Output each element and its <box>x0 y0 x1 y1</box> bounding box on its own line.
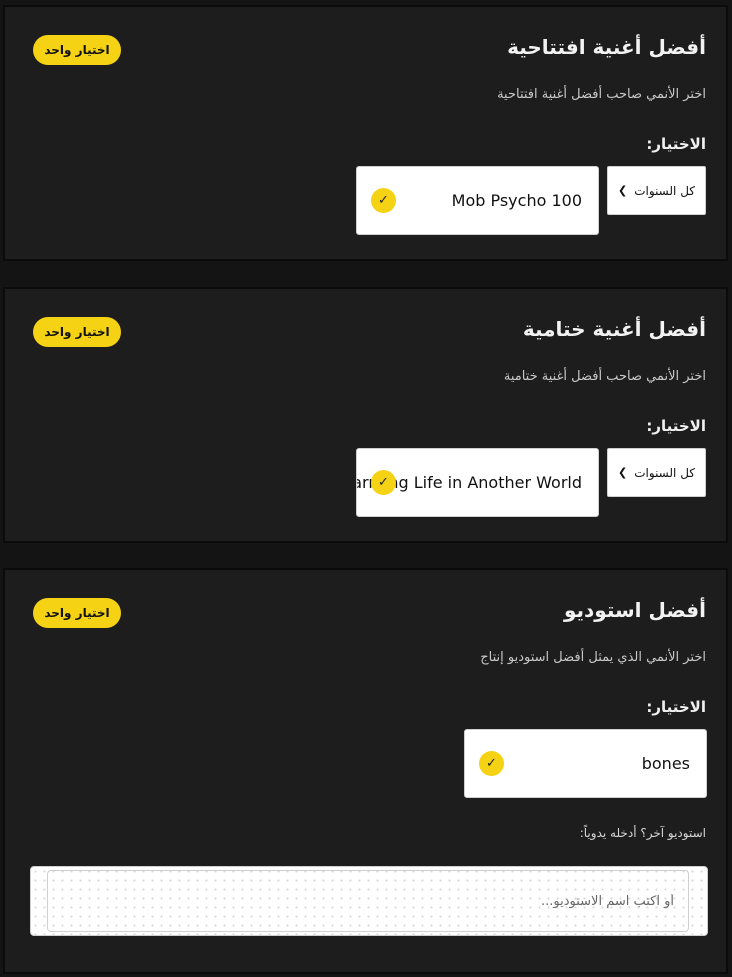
manual-studio-wrapper <box>30 866 708 936</box>
choice-label: الاختيار: <box>646 135 706 153</box>
year-filter-value: كل السنوات <box>634 183 695 198</box>
category-title: أفضل استوديو <box>563 598 706 622</box>
year-filter-select[interactable]: كل السنوات ❯ <box>607 166 706 215</box>
year-filter-value: كل السنوات <box>634 465 695 480</box>
chevron-down-icon: ❯ <box>618 184 628 197</box>
single-choice-badge: اختيار واحد <box>33 35 121 65</box>
selected-studio-name: bones <box>641 754 690 773</box>
single-choice-badge: اختيار واحد <box>33 317 121 347</box>
category-title: أفضل أغنية ختامية <box>522 317 706 341</box>
selected-anime-card[interactable]: Farming Life in Another World ✓ <box>356 448 599 517</box>
single-choice-badge: اختيار واحد <box>33 598 121 628</box>
selected-anime-name: Mob Psycho 100 <box>451 191 582 210</box>
manual-studio-label: استوديو آخر؟ أدخله يدوياً: <box>579 826 706 840</box>
category-card-best-ending: اختيار واحد أفضل أغنية ختامية اختر الأنم… <box>3 287 728 543</box>
chevron-down-icon: ❯ <box>618 466 628 479</box>
category-card-best-studio: اختيار واحد أفضل استوديو اختر الأنمي الذ… <box>3 568 728 974</box>
manual-studio-input[interactable] <box>47 870 689 932</box>
selected-anime-card[interactable]: Mob Psycho 100 ✓ <box>356 166 599 235</box>
choice-label: الاختيار: <box>646 417 706 435</box>
selected-studio-card[interactable]: bones ✓ <box>464 729 707 798</box>
category-card-best-opening: اختيار واحد أفضل أغنية افتتاحية اختر الأ… <box>3 5 728 261</box>
choice-label: الاختيار: <box>646 698 706 716</box>
category-subtitle: اختر الأنمي صاحب أفضل أغنية ختامية <box>503 369 706 384</box>
category-subtitle: اختر الأنمي صاحب أفضل أغنية افتتاحية <box>497 87 706 102</box>
category-title: أفضل أغنية افتتاحية <box>507 35 706 59</box>
check-icon: ✓ <box>371 470 396 495</box>
check-icon: ✓ <box>479 751 504 776</box>
check-icon: ✓ <box>371 188 396 213</box>
year-filter-select[interactable]: كل السنوات ❯ <box>607 448 706 497</box>
category-subtitle: اختر الأنمي الذي يمثل أفضل استوديو إنتاج <box>480 650 706 665</box>
